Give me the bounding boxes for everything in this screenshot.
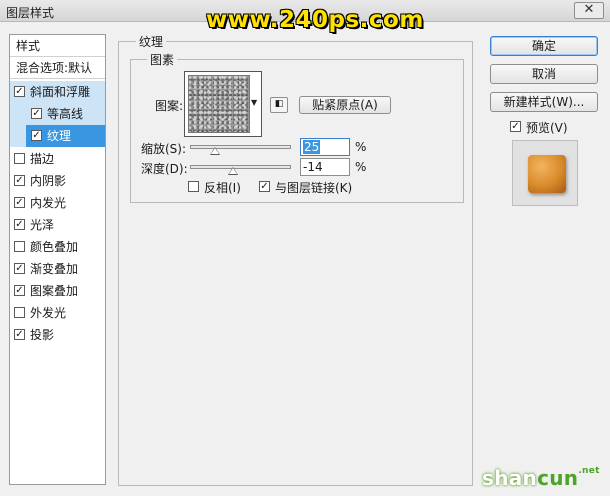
checkbox-satin[interactable]: ✓	[14, 219, 25, 230]
style-item-bevel-emboss[interactable]: ✓ 斜面和浮雕	[10, 81, 105, 103]
style-label: 内发光	[30, 196, 67, 210]
checkbox-drop-shadow[interactable]: ✓	[14, 329, 25, 340]
checkbox-bevel-emboss[interactable]: ✓	[14, 86, 25, 97]
link-with-layer-checkbox[interactable]: ✓	[259, 181, 270, 192]
scale-label: 缩放(S):	[141, 142, 187, 156]
depth-label: 深度(D):	[141, 162, 188, 176]
style-item-inner-glow[interactable]: ✓ 内发光	[10, 192, 105, 214]
checkbox-texture[interactable]: ✓	[31, 130, 42, 141]
style-label: 渐变叠加	[30, 262, 79, 276]
watermark-logo: www.240ps.com	[206, 7, 424, 33]
styles-list: 样式 混合选项:默认 ✓ 斜面和浮雕 ✓ 等高线 ✓ 纹理 描边 ✓ 内阴影 ✓…	[9, 34, 106, 485]
invert-label: 反相(I)	[204, 181, 241, 195]
ok-button[interactable]: 确定	[490, 36, 598, 56]
checkbox-gradient-overlay[interactable]: ✓	[14, 263, 25, 274]
blend-options-item[interactable]: 混合选项:默认	[10, 57, 105, 79]
scale-percent: %	[355, 140, 367, 154]
style-item-satin[interactable]: ✓ 光泽	[10, 214, 105, 236]
checkbox-pattern-overlay[interactable]: ✓	[14, 285, 25, 296]
new-style-button[interactable]: 新建样式(W)...	[490, 92, 598, 112]
checkbox-outer-glow[interactable]	[14, 307, 25, 318]
preview-checkbox[interactable]: ✓	[510, 121, 521, 132]
close-button[interactable]: ✕	[574, 2, 604, 19]
preview-swatch	[528, 155, 566, 193]
style-label: 等高线	[47, 107, 84, 121]
scale-input[interactable]: 25	[300, 138, 350, 156]
style-item-outer-glow[interactable]: 外发光	[10, 302, 105, 324]
checkbox-color-overlay[interactable]	[14, 241, 25, 252]
depth-value: -14	[303, 160, 323, 174]
style-item-inner-shadow[interactable]: ✓ 内阴影	[10, 170, 105, 192]
pattern-label: 图案:	[155, 99, 184, 113]
element-group-title: 图素	[147, 51, 178, 68]
style-item-texture[interactable]: ✓ 纹理	[10, 125, 105, 147]
texture-group-title: 纹理	[136, 33, 167, 50]
invert-checkbox[interactable]	[188, 181, 199, 192]
style-item-pattern-overlay[interactable]: ✓ 图案叠加	[10, 280, 105, 302]
style-label: 纹理	[47, 129, 72, 143]
style-label: 描边	[30, 152, 55, 166]
style-item-gradient-overlay[interactable]: ✓ 渐变叠加	[10, 258, 105, 280]
style-item-stroke[interactable]: 描边	[10, 148, 105, 170]
style-label: 斜面和浮雕	[30, 85, 91, 99]
depth-percent: %	[355, 160, 367, 174]
styles-header[interactable]: 样式	[10, 35, 105, 57]
depth-slider-thumb[interactable]	[228, 167, 239, 175]
logo-accent: cun	[537, 466, 579, 490]
style-item-drop-shadow[interactable]: ✓ 投影	[10, 324, 105, 346]
preview-option[interactable]: ✓ 预览(V)	[510, 119, 580, 135]
style-label: 图案叠加	[30, 284, 79, 298]
pattern-dropdown-icon[interactable]: ▼	[251, 98, 257, 107]
style-item-contour[interactable]: ✓ 等高线	[10, 103, 105, 125]
scale-slider-thumb[interactable]	[210, 147, 221, 155]
depth-input[interactable]: -14	[300, 158, 350, 176]
invert-option[interactable]: 反相(I)	[188, 179, 258, 195]
checkbox-inner-shadow[interactable]: ✓	[14, 175, 25, 186]
depth-slider-track[interactable]	[190, 165, 291, 169]
scale-slider-track[interactable]	[190, 145, 291, 149]
style-label: 投影	[30, 328, 55, 342]
new-preset-icon[interactable]: ◧	[270, 97, 288, 113]
snap-to-origin-button[interactable]: 贴紧原点(A)	[299, 96, 391, 114]
style-label: 颜色叠加	[30, 240, 79, 254]
site-logo: shancun.net	[482, 466, 600, 490]
window-title: 图层样式	[6, 6, 55, 20]
checkbox-stroke[interactable]	[14, 153, 25, 164]
link-with-layer-option[interactable]: ✓ 与图层链接(K)	[259, 179, 359, 195]
logo-suffix: .net	[578, 466, 600, 476]
preview-label: 预览(V)	[526, 121, 568, 135]
style-preview	[512, 140, 578, 206]
scale-value: 25	[303, 140, 321, 154]
cancel-button[interactable]: 取消	[490, 64, 598, 84]
style-item-color-overlay[interactable]: 颜色叠加	[10, 236, 105, 258]
checkbox-contour[interactable]: ✓	[31, 108, 42, 119]
style-label: 内阴影	[30, 174, 67, 188]
style-label: 外发光	[30, 306, 67, 320]
link-with-layer-label: 与图层链接(K)	[275, 181, 353, 195]
logo-main: shan	[482, 466, 538, 490]
pattern-swatch	[188, 75, 250, 133]
style-label: 光泽	[30, 218, 55, 232]
checkbox-inner-glow[interactable]: ✓	[14, 197, 25, 208]
